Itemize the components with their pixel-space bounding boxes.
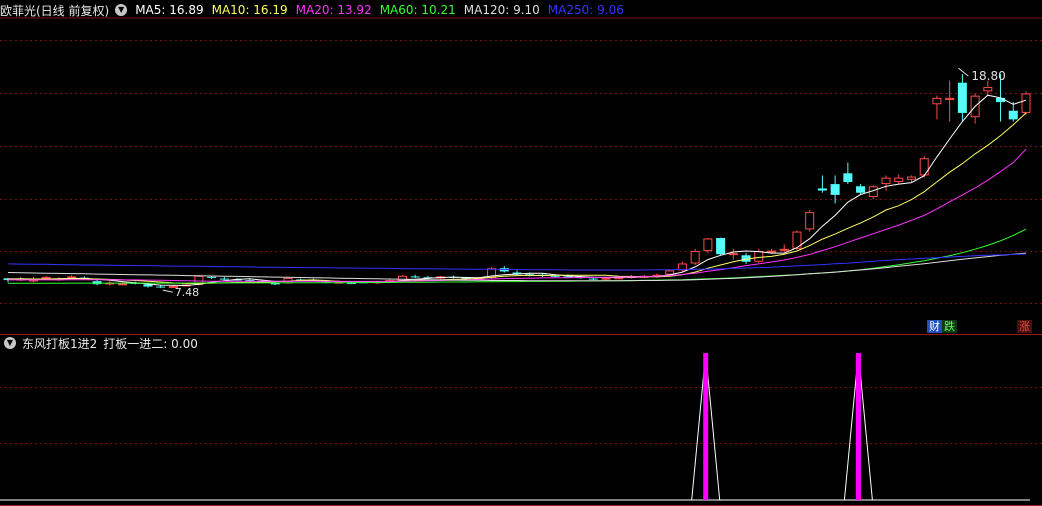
- candle-body-up: [754, 250, 764, 262]
- candle-body-up: [945, 97, 955, 100]
- signal-bar: [855, 353, 861, 500]
- annotation-layer: 18.80 7.48: [162, 67, 1006, 299]
- candle-body-up: [919, 158, 929, 176]
- candle-body-up: [728, 253, 738, 256]
- indicator-legend: ▼ 东风打板1进2 打板一进二: 0.00: [0, 335, 204, 351]
- candle-body-up: [41, 276, 51, 279]
- low-price-label: 7.48: [175, 286, 200, 299]
- candle-body-up: [779, 248, 789, 251]
- candlestick-chart[interactable]: 18.80 7.48: [0, 0, 1042, 506]
- candle-body-up: [601, 277, 611, 280]
- candle-body-up: [67, 276, 77, 279]
- ma-lines-layer: [7, 94, 1027, 287]
- candle-body-down: [550, 275, 560, 277]
- low-pointer: [162, 289, 173, 293]
- indicator-layer: [0, 352, 1030, 501]
- candle-body-up: [1021, 93, 1031, 113]
- candle-body-up: [881, 177, 891, 185]
- candle-body-up: [932, 97, 942, 105]
- candle-body-down: [830, 184, 840, 195]
- tag-up[interactable]: 涨: [1017, 320, 1032, 333]
- high-pointer: [958, 67, 969, 77]
- candle-body-down: [957, 82, 967, 113]
- candles-layer: [3, 74, 1031, 289]
- indicator-toggle-icon[interactable]: ▼: [4, 337, 16, 349]
- candle-body-up: [894, 177, 904, 182]
- candle-body-down: [716, 238, 726, 255]
- candle-body-up: [906, 176, 916, 180]
- candle-body-up: [665, 270, 675, 275]
- candle-body-down: [817, 188, 827, 191]
- candle-body-down: [410, 276, 420, 278]
- ma-line-ma250: [7, 253, 1027, 271]
- candle-body-down: [156, 286, 166, 288]
- signal-bar: [703, 353, 709, 500]
- ma-line-ma5: [7, 94, 1027, 287]
- tag-finance[interactable]: 财: [927, 320, 942, 333]
- indicator-value: 打板一进二: 0.00: [103, 336, 198, 351]
- high-price-label: 18.80: [971, 69, 1005, 83]
- candle-body-up: [690, 250, 700, 264]
- ma-line-ma120: [7, 252, 1027, 282]
- candle-body-up: [767, 250, 776, 253]
- grid-lines: [0, 17, 1042, 506]
- candle-body-up: [703, 238, 713, 251]
- candle-body-down: [588, 278, 598, 280]
- candle-body-up: [118, 283, 128, 286]
- candle-body-up: [805, 212, 815, 230]
- candle-body-up: [983, 87, 993, 92]
- candle-body-down: [1008, 110, 1018, 120]
- candle-body-down: [207, 276, 217, 278]
- indicator-title: 东风打板1进2: [22, 336, 98, 351]
- candle-body-down: [856, 186, 866, 193]
- candle-body-down: [219, 278, 229, 280]
- tag-down[interactable]: 跌: [942, 320, 957, 333]
- candle-body-down: [843, 173, 853, 182]
